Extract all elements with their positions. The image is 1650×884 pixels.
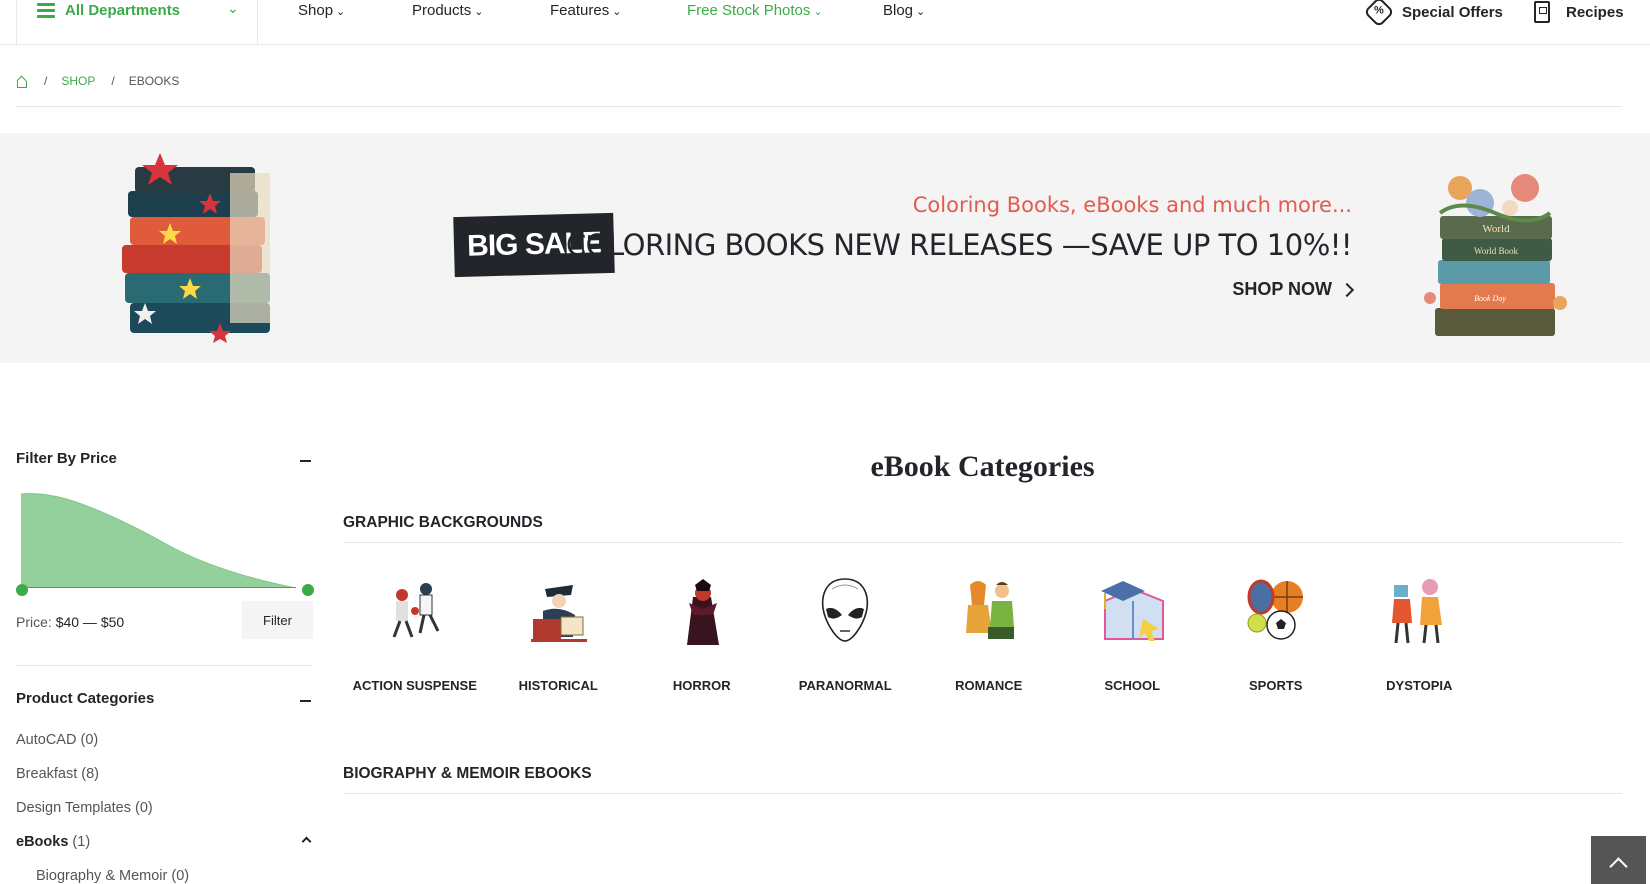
breadcrumb-current: EBOOKS: [128, 74, 180, 88]
category-card-historical[interactable]: HISTORICAL: [487, 575, 631, 693]
breadcrumb-shop[interactable]: SHOP: [61, 74, 95, 88]
category-card-sports[interactable]: SPORTS: [1204, 575, 1348, 693]
product-categories-title: Product Categories: [16, 690, 155, 707]
chevron-down-icon: ⌄: [474, 6, 484, 18]
vampire-icon: [686, 579, 719, 645]
historical-figure-icon: [531, 585, 588, 642]
page-title: eBook Categories: [870, 450, 1095, 483]
section-heading-biography-memoir: BIOGRAPHY & MEMOIR EBOOKS: [343, 765, 1622, 794]
price-slider-max-handle[interactable]: [302, 584, 314, 596]
category-name: ACTION SUSPENSE: [352, 678, 477, 693]
category-card-romance[interactable]: ROMANCE: [917, 575, 1061, 693]
couple-icon: [965, 581, 1014, 639]
chevron-right-icon: [1339, 282, 1355, 297]
subcategory-biography-memoir[interactable]: Biography & Memoir (0): [16, 868, 313, 884]
filter-by-price-title: Filter By Price: [16, 450, 117, 467]
flowers-books-illustration: World World Book Book Day: [1424, 174, 1567, 336]
section-heading-graphic-backgrounds: GRAPHIC BACKGROUNDS: [343, 514, 1622, 543]
special-offers-link[interactable]: % Special Offers: [1363, 0, 1503, 28]
recipes-label: Recipes: [1566, 3, 1624, 21]
recipe-book-icon: [1534, 1, 1550, 23]
category-name: HISTORICAL: [518, 678, 598, 693]
breadcrumb-separator: /: [44, 74, 48, 88]
price-label: Price: $40 — $50: [16, 614, 125, 630]
chevron-up-icon: [1609, 857, 1628, 876]
dystopian-figures-icon: [1392, 579, 1443, 644]
sidebar: Filter By Price Price: $40 — $50 Filter …: [16, 450, 314, 884]
breadcrumb: / SHOP / EBOOKS: [16, 74, 1622, 107]
top-navigation: All Departments ⌄ Shop ⌄ Products ⌄ Featur…: [0, 0, 1650, 45]
sports-balls-icon: [1247, 579, 1303, 640]
price-filter-row: Price: $40 — $50 Filter: [16, 601, 313, 641]
nav-blog[interactable]: Blog ⌄: [883, 2, 925, 19]
percent-badge-icon: %: [1363, 0, 1395, 28]
recipes-link[interactable]: Recipes: [1534, 0, 1624, 24]
category-breakfast[interactable]: Breakfast (8): [16, 766, 313, 800]
main-content: eBook Categories GRAPHIC BACKGROUNDS ACT…: [343, 450, 1622, 794]
category-card-dystopia[interactable]: DYSTOPIA: [1348, 575, 1492, 693]
category-card-horror[interactable]: HORROR: [630, 575, 774, 693]
category-list: AutoCAD (0) Breakfast (8) Design Templat…: [16, 732, 313, 884]
chevron-down-icon: ⌄: [227, 0, 239, 16]
promo-banner[interactable]: Coloring Books, eBooks and much more... …: [0, 133, 1650, 363]
chevron-up-icon[interactable]: [301, 836, 312, 847]
category-grid: ACTION SUSPENSE HISTORICAL HORROR PARANO…: [343, 575, 1622, 693]
shop-now-label: SHOP NOW: [1232, 279, 1332, 299]
chevron-down-icon: ⌄: [916, 6, 926, 18]
book-spine-label: Book Day: [1474, 294, 1506, 303]
price-range-value: $40 — $50: [55, 614, 125, 630]
filter-button[interactable]: Filter: [242, 601, 313, 639]
breadcrumb-separator: /: [111, 74, 115, 88]
divider: [16, 665, 313, 666]
category-design-templates[interactable]: Design Templates (0): [16, 800, 313, 834]
category-name: DYSTOPIA: [1386, 678, 1453, 693]
nav-products[interactable]: Products ⌄: [412, 2, 483, 19]
book-stack-illustration: [122, 153, 270, 343]
nav-features[interactable]: Features ⌄: [550, 2, 621, 19]
scroll-to-top-button[interactable]: [1591, 836, 1646, 884]
chevron-down-icon: ⌄: [336, 6, 346, 18]
graduation-cap-book-icon: [1101, 581, 1165, 641]
collapse-icon[interactable]: [300, 460, 311, 462]
nav-shop[interactable]: Shop ⌄: [298, 2, 345, 19]
alien-head-icon: [822, 578, 869, 642]
price-distribution-chart: [20, 493, 297, 589]
category-card-action-suspense[interactable]: ACTION SUSPENSE: [343, 575, 487, 693]
all-departments-dropdown[interactable]: All Departments ⌄: [16, 0, 258, 45]
category-autocad[interactable]: AutoCAD (0): [16, 732, 313, 766]
book-spine-label: World: [1482, 223, 1510, 235]
collapse-icon[interactable]: [300, 700, 311, 702]
category-name: PARANORMAL: [798, 678, 892, 693]
category-name: ROMANCE: [955, 678, 1023, 693]
special-offers-label: Special Offers: [1402, 3, 1503, 21]
shop-now-button[interactable]: SHOP NOW: [1232, 279, 1355, 300]
category-name: HORROR: [672, 678, 731, 693]
product-categories-header[interactable]: Product Categories: [16, 690, 313, 712]
chevron-down-icon: ⌄: [612, 6, 622, 18]
category-name: SCHOOL: [1104, 678, 1161, 693]
category-name: SPORTS: [1249, 678, 1303, 693]
nav-free-stock-photos[interactable]: Free Stock Photos ⌄: [687, 2, 823, 19]
chevron-down-icon: ⌄: [813, 6, 823, 18]
menu-icon: [37, 3, 55, 19]
category-ebooks[interactable]: eBooks (1): [16, 834, 313, 868]
home-icon[interactable]: [16, 76, 28, 88]
banner-subtitle: Coloring Books, eBooks and much more...: [912, 193, 1352, 217]
category-card-school[interactable]: SCHOOL: [1061, 575, 1205, 693]
category-card-paranormal[interactable]: PARANORMAL: [774, 575, 918, 693]
book-spine-label: World Book: [1474, 246, 1519, 256]
price-slider-min-handle[interactable]: [16, 584, 28, 596]
banner-headline: COLORING BOOKS NEW RELEASES —SAVE UP TO …: [565, 228, 1353, 262]
action-figures-icon: [392, 583, 440, 638]
filter-by-price-header[interactable]: Filter By Price: [16, 450, 313, 472]
all-departments-label: All Departments: [65, 2, 181, 19]
